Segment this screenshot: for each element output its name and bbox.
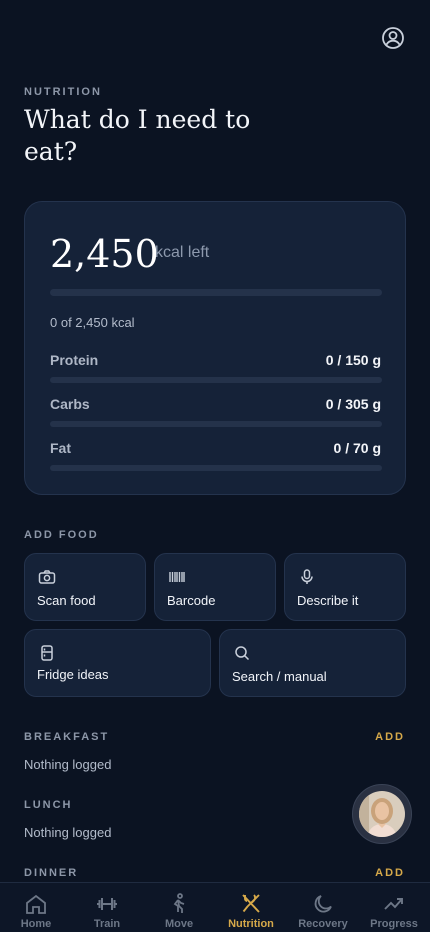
tab-train[interactable]: Train [71, 883, 143, 932]
macro-fat-label: Fat [50, 440, 71, 456]
add-food-label: ADD FOOD [24, 529, 99, 541]
search-manual-label: Search / manual [232, 669, 327, 684]
kcal-count: 0 of 2,450 kcal [50, 315, 135, 330]
describe-it-label: Describe it [297, 593, 359, 608]
scan-food-button[interactable]: Scan food [24, 553, 146, 621]
user-icon [382, 27, 404, 49]
moon-icon [314, 895, 332, 913]
avatar [359, 791, 405, 837]
tab-train-label: Train [93, 918, 121, 930]
breakfast-empty-text: Nothing logged [24, 757, 112, 772]
tab-nutrition[interactable]: Nutrition [215, 883, 287, 932]
barcode-button[interactable]: Barcode [154, 553, 276, 621]
dumbbell-icon [97, 898, 117, 910]
macro-fat-value: 0 / 70 g [333, 440, 381, 456]
profile-button[interactable] [381, 26, 405, 50]
kcal-remaining: 2,450 [50, 232, 159, 276]
tab-progress-label: Progress [370, 918, 418, 930]
tab-home-label: Home [20, 918, 52, 930]
kcal-progress-bar [50, 289, 382, 296]
fridge-ideas-label: Fridge ideas [37, 667, 109, 682]
macro-carbs-label: Carbs [50, 396, 90, 412]
fork-knife-icon [242, 894, 260, 913]
dinner-label: DINNER [24, 867, 79, 879]
describe-it-button[interactable]: Describe it [284, 553, 406, 621]
tab-move-label: Move [164, 918, 194, 930]
breakfast-label: BREAKFAST [24, 731, 110, 743]
home-icon [26, 894, 46, 914]
tab-home[interactable]: Home [0, 883, 72, 932]
tab-progress[interactable]: Progress [358, 883, 430, 932]
tab-recovery[interactable]: Recovery [287, 883, 359, 932]
barcode-icon [169, 572, 185, 582]
search-manual-button[interactable]: Search / manual [219, 629, 406, 697]
nutrition-screen: NUTRITION What do I need to eat? 2,450 k… [0, 0, 430, 932]
page-title: What do I need to eat? [24, 105, 251, 166]
macro-protein-bar [50, 377, 382, 383]
tab-nutrition-label: Nutrition [228, 918, 274, 930]
fridge-icon [41, 645, 53, 661]
section-eyebrow: NUTRITION [24, 86, 102, 98]
calorie-summary-card: 2,450 kcal left 0 of 2,450 kcal Protein … [24, 201, 406, 495]
bottom-tab-bar: Home Train Move Nutrition Recovery Progr… [0, 882, 430, 932]
trend-icon [384, 898, 403, 910]
lunch-label: LUNCH [24, 799, 73, 811]
macro-carbs-value: 0 / 305 g [325, 396, 381, 412]
search-icon [235, 646, 250, 661]
walking-icon [173, 893, 185, 913]
macro-protein-label: Protein [50, 352, 99, 368]
barcode-label: Barcode [167, 593, 216, 608]
macro-carbs-bar [50, 421, 382, 427]
fridge-ideas-button[interactable]: Fridge ideas [24, 629, 211, 697]
lunch-empty-text: Nothing logged [24, 825, 112, 840]
dinner-add-button[interactable]: ADD [375, 867, 405, 879]
camera-icon [38, 570, 56, 584]
breakfast-add-button[interactable]: ADD [375, 731, 405, 743]
tab-move[interactable]: Move [143, 883, 215, 932]
macro-fat-bar [50, 465, 382, 471]
tab-recovery-label: Recovery [298, 918, 348, 930]
scan-food-label: Scan food [37, 593, 96, 608]
kcal-left-label: kcal left [155, 244, 210, 261]
microphone-icon [301, 569, 313, 584]
macro-protein-value: 0 / 150 g [325, 352, 381, 368]
coach-avatar-button[interactable] [352, 784, 412, 844]
